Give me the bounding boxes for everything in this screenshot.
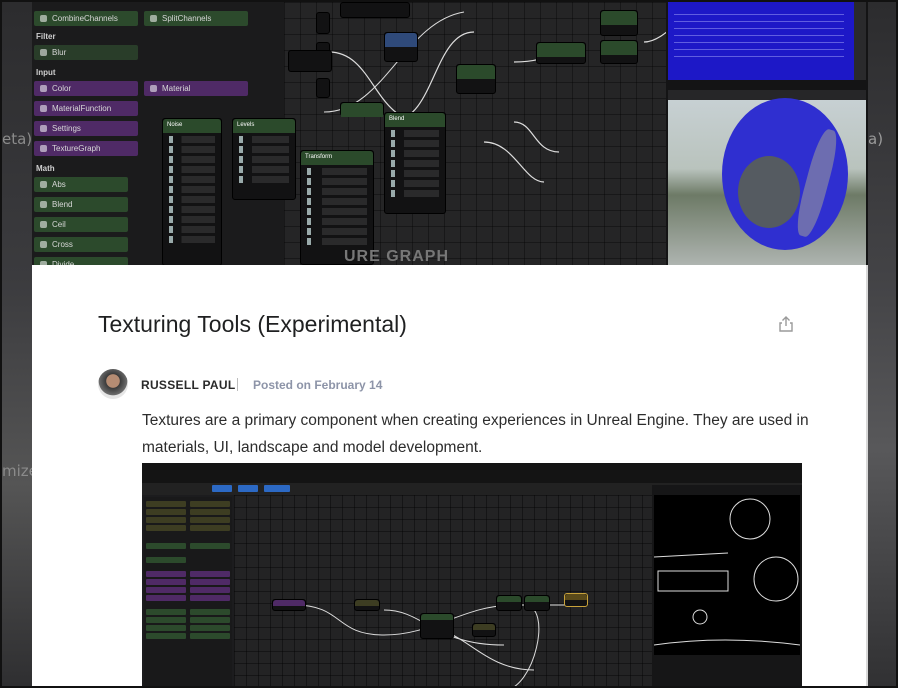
graph-node-levels: Levels: [232, 118, 296, 200]
node-title: Noise: [163, 119, 221, 133]
graph-node-noise: Noise: [162, 118, 222, 265]
graph-node: [536, 42, 586, 64]
background-text-fragment: eta): [2, 130, 33, 148]
graph-node: [384, 32, 418, 62]
meta-divider: [237, 378, 238, 391]
palette-section-label: Math: [36, 164, 55, 173]
palette-item: Color: [34, 81, 138, 96]
graph-node: [316, 12, 330, 34]
page-scrollbar[interactable]: [866, 265, 868, 686]
palette-item: CombineChannels: [34, 11, 138, 26]
screenshot-preview-panel: [652, 485, 802, 686]
palette-item: Ceil: [34, 217, 128, 232]
node-title: Blend: [385, 113, 445, 127]
article-card: Texturing Tools (Experimental) RUSSELL P…: [32, 265, 868, 686]
graph-node: [316, 78, 330, 98]
graph-node: [340, 2, 410, 18]
background-page-right: a): [864, 2, 896, 686]
share-icon[interactable]: [777, 315, 795, 333]
preview-mesh: [722, 98, 848, 250]
palette-item: Cross: [34, 237, 128, 252]
author-avatar[interactable]: [98, 369, 128, 399]
palette-item: TextureGraph: [34, 141, 138, 156]
graph-node: [288, 50, 332, 72]
hero-image: CombineChannels SplitChannels Filter Blu…: [32, 2, 868, 265]
palette-section-label: Input: [36, 68, 56, 77]
article-inline-screenshot: [142, 463, 802, 686]
texture-output-preview: [668, 2, 866, 80]
graph-node: [600, 10, 638, 36]
palette-item: Settings: [34, 121, 138, 136]
palette-item: Blend: [34, 197, 128, 212]
background-text-fragment: a): [868, 130, 884, 148]
palette-item: Divide: [34, 257, 128, 265]
palette-item: Material: [144, 81, 248, 96]
author-name[interactable]: RUSSELL PAUL: [141, 378, 236, 392]
palette-item: SplitChannels: [144, 11, 248, 26]
graph-node: [340, 102, 384, 117]
node-title: Transform: [301, 151, 373, 165]
graph-node-blend: Blend: [384, 112, 446, 214]
browser-viewport: eta) mize a) CombineChannels SplitChanne…: [0, 0, 898, 688]
graph-node: [600, 40, 638, 64]
screenshot-graph: [234, 495, 652, 686]
palette-item: Blur: [34, 45, 138, 60]
palette-item: Abs: [34, 177, 128, 192]
3d-preview-viewport: [668, 90, 866, 265]
palette-section-label: Filter: [36, 32, 56, 41]
editor-right-panel: [666, 2, 868, 265]
graph-node: [456, 64, 496, 94]
graph-watermark: URE GRAPH: [344, 248, 450, 265]
background-page-left: eta) mize: [2, 2, 38, 686]
post-date: Posted on February 14: [253, 378, 383, 392]
screenshot-palette: [144, 497, 232, 686]
article-paragraph: Textures are a primary component when cr…: [142, 412, 809, 456]
node-title: Levels: [233, 119, 295, 133]
article-title: Texturing Tools (Experimental): [98, 311, 407, 337]
palette-item: MaterialFunction: [34, 101, 138, 116]
